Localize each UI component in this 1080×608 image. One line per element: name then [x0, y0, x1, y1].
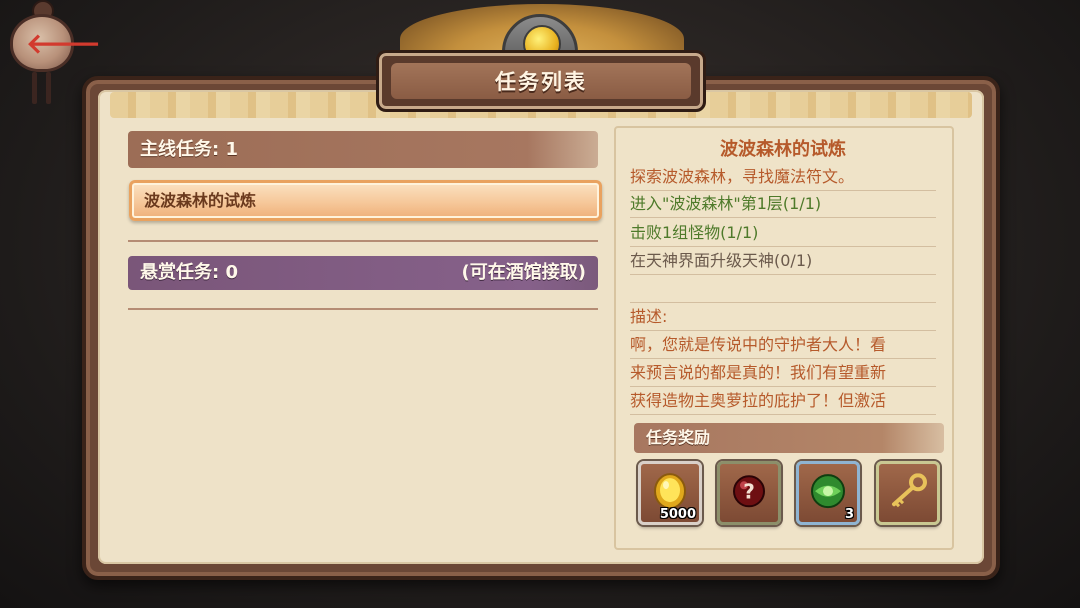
quest-item-bobo-forest[interactable]: 波波森林的试炼 — [129, 180, 602, 221]
back-leg-left — [32, 72, 37, 104]
green-gem-icon — [811, 474, 845, 509]
blank-row — [630, 274, 936, 303]
divider — [128, 308, 598, 310]
quest-summary: 探索波波森林，寻找魔法符文。 — [630, 162, 936, 191]
back-button-body: 🡐 — [10, 14, 101, 72]
back-arrow-icon: 🡐 — [26, 27, 102, 60]
gold-coin-icon — [654, 473, 686, 510]
objective-item: 在天神界面升级天神(0/1) — [630, 246, 936, 275]
bounty-quest-hint: (可在酒馆接取) — [461, 262, 586, 283]
description-line: 获得造物主奥萝拉的庇护了！但激活 — [630, 386, 936, 415]
reward-quantity: 5000 — [659, 507, 696, 522]
description-line: 来预言说的都是真的！我们有望重新 — [630, 358, 936, 387]
mystery-orb-icon: ? — [733, 475, 765, 508]
bounty-quest-count: 悬赏任务: 0 — [140, 262, 238, 283]
main-quest-header: 主线任务: 1 — [128, 131, 598, 168]
bounty-quest-header: 悬赏任务: 0 (可在酒馆接取) — [128, 256, 598, 290]
svg-text:?: ? — [743, 479, 755, 503]
back-leg-right — [46, 72, 51, 104]
title-plate: 任务列表 — [376, 50, 706, 112]
quest-detail-title: 波波森林的试炼 — [720, 139, 846, 160]
objective-item: 进入"波波森林"第1层(1/1) — [630, 189, 936, 218]
back-button[interactable]: 🡐 — [6, 0, 101, 112]
key-icon — [892, 473, 927, 508]
reward-slot-mystery[interactable]: ? — [717, 461, 781, 525]
description-label: 描述: — [630, 302, 936, 331]
description-line: 啊，您就是传说中的守护者大人！看 — [630, 330, 936, 359]
divider — [128, 240, 598, 242]
reward-header: 任务奖励 — [634, 423, 944, 453]
reward-quantity: 3 — [844, 507, 854, 522]
reward-slot-gold[interactable]: 5000 — [638, 461, 702, 525]
reward-slot-key[interactable] — [876, 461, 940, 525]
objective-item: 击败1组怪物(1/1) — [630, 218, 936, 247]
window-title: 任务列表 — [391, 63, 691, 99]
reward-slot-gem[interactable]: 3 — [796, 461, 860, 525]
